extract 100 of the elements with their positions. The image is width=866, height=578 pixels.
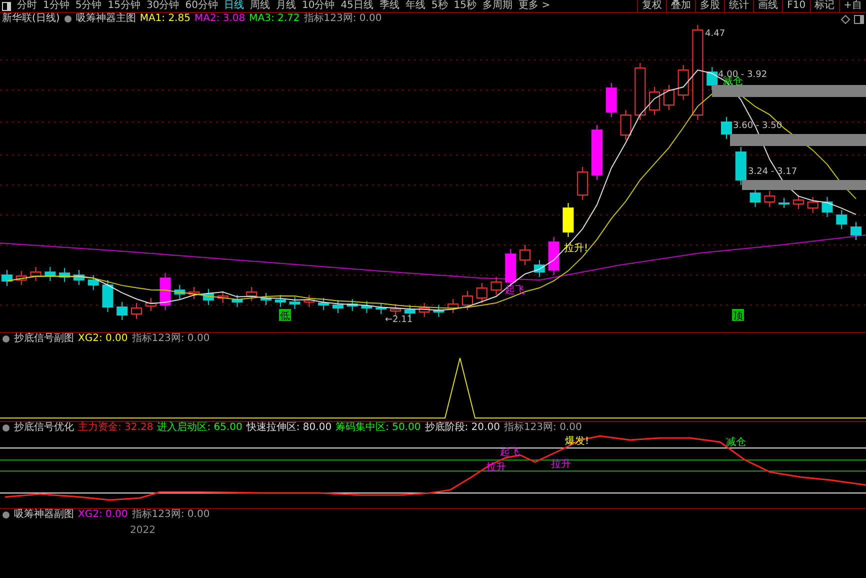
period-tab[interactable]: 季线 <box>376 0 402 12</box>
candlestick <box>318 298 330 310</box>
circle-icon <box>64 15 72 23</box>
toolbar-button[interactable]: 叠加 <box>666 0 696 12</box>
indicator-value: MA3: 2.72 <box>249 13 300 25</box>
candlestick <box>202 288 214 306</box>
toolbar-button[interactable]: 画线 <box>753 0 782 12</box>
candlestick <box>174 284 186 300</box>
candlestick <box>73 270 84 286</box>
diamond-icon[interactable] <box>841 14 850 24</box>
candlestick <box>520 244 531 266</box>
panel-icon[interactable] <box>854 14 864 24</box>
period-tab[interactable]: 周线 <box>246 0 273 12</box>
period-tab[interactable]: 分时 <box>14 0 40 12</box>
toolbar-button[interactable]: 标记 <box>810 0 839 12</box>
candlestick <box>807 196 818 214</box>
candlestick <box>822 196 833 218</box>
candlestick <box>606 82 617 118</box>
candlestick <box>418 302 430 318</box>
candlestick <box>232 294 243 308</box>
candlestick <box>836 210 848 230</box>
candlestick <box>577 166 588 200</box>
candlestick <box>289 296 300 310</box>
toolbar-button[interactable]: 复权 <box>637 0 666 12</box>
price-label: 4.47 <box>705 29 726 39</box>
candlestick <box>102 280 114 312</box>
candlestick <box>30 266 42 282</box>
period-tab[interactable]: 60分钟 <box>182 0 221 12</box>
candlestick <box>145 298 156 312</box>
period-tab[interactable]: 5秒 <box>428 0 451 12</box>
price-label: ←2.11 <box>385 315 413 325</box>
indicator-name: 吸筹神器副图 <box>14 509 74 521</box>
candlestick <box>2 270 12 286</box>
period-tab[interactable]: 15分钟 <box>104 0 144 12</box>
indicator-value: MA2: 3.08 <box>194 13 246 25</box>
candlestick <box>476 282 488 304</box>
candlestick <box>88 274 99 290</box>
indicator-value: 指标123网: 0.00 <box>304 13 382 25</box>
candlestick <box>116 302 128 320</box>
candlestick <box>721 116 732 140</box>
candlestick <box>44 266 56 282</box>
candlestick <box>562 202 574 238</box>
toolbar-button[interactable]: +自 <box>838 0 866 12</box>
candlestick <box>735 146 746 186</box>
candlestick <box>548 236 560 276</box>
period-tab[interactable]: 10分钟 <box>298 0 338 12</box>
signal-label: 拉升 <box>551 459 571 470</box>
indicator-value: 主力资金: 32.28 <box>78 422 154 434</box>
candlestick <box>188 286 200 300</box>
circle-icon <box>2 335 10 343</box>
candlestick <box>361 300 372 314</box>
indicator-name: 抄底信号优化 <box>14 422 74 434</box>
indicator-value: 抄底阶段: 20.00 <box>424 422 500 434</box>
year-label: 2022 <box>130 525 156 536</box>
candlestick <box>390 304 402 316</box>
candlestick <box>246 286 258 302</box>
indicator-value: XG2: 0.00 <box>78 333 128 345</box>
candlestick <box>663 84 674 110</box>
candlestick <box>16 270 27 286</box>
indicator-value: 快速拉伸区: 80.00 <box>246 422 332 434</box>
circle-icon <box>2 424 10 432</box>
candlestick <box>260 292 272 306</box>
candlestick <box>332 300 344 314</box>
indicator-value: 进入启动区: 65.00 <box>157 422 242 434</box>
signal-label: 起飞 <box>500 447 520 458</box>
indicator-value: 筹码集中区: 50.00 <box>336 422 421 434</box>
candlestick <box>217 290 228 304</box>
period-tab[interactable]: 5分钟 <box>72 0 105 12</box>
indicator-name: 吸筹神器主图 <box>76 13 136 25</box>
signal-label: 减仓 <box>726 437 746 448</box>
period-tab[interactable]: 日线 <box>220 0 247 12</box>
toolbar-button[interactable]: F10 <box>782 0 810 12</box>
candlestick <box>304 294 315 308</box>
period-tab[interactable]: 多周期 <box>480 0 516 12</box>
candlestick <box>462 290 473 310</box>
period-tab[interactable]: 年线 <box>402 0 428 12</box>
candlestick <box>346 298 358 312</box>
period-tab[interactable]: 更多 > <box>516 0 554 12</box>
candlestick <box>634 62 646 120</box>
signal-label: 起飞 <box>505 285 525 296</box>
layout-icon[interactable] <box>2 2 11 10</box>
candlestick <box>706 66 718 90</box>
signal-label: 拉升 <box>486 462 506 473</box>
indicator-value: MA1: 2.85 <box>140 13 190 25</box>
toolbar-button[interactable]: 多股 <box>695 0 724 12</box>
candlestick <box>620 110 632 140</box>
candlestick <box>764 190 776 208</box>
candlestick <box>850 222 862 240</box>
period-tab[interactable]: 30分钟 <box>143 0 182 12</box>
candlestick <box>678 64 689 100</box>
indicator-value: 指标123网: 0.00 <box>132 333 210 345</box>
indicator-value: 指标123网: 0.00 <box>132 509 210 521</box>
period-tab[interactable]: 1分钟 <box>40 0 72 12</box>
candlestick <box>534 260 545 278</box>
period-tab[interactable]: 45日线 <box>338 0 376 12</box>
period-tab[interactable]: 月线 <box>272 0 299 12</box>
candlestick <box>490 276 502 296</box>
indicator-name: 抄底信号副图 <box>14 333 74 345</box>
period-tab[interactable]: 15秒 <box>450 0 480 12</box>
signal-marker: 低 <box>279 309 291 322</box>
